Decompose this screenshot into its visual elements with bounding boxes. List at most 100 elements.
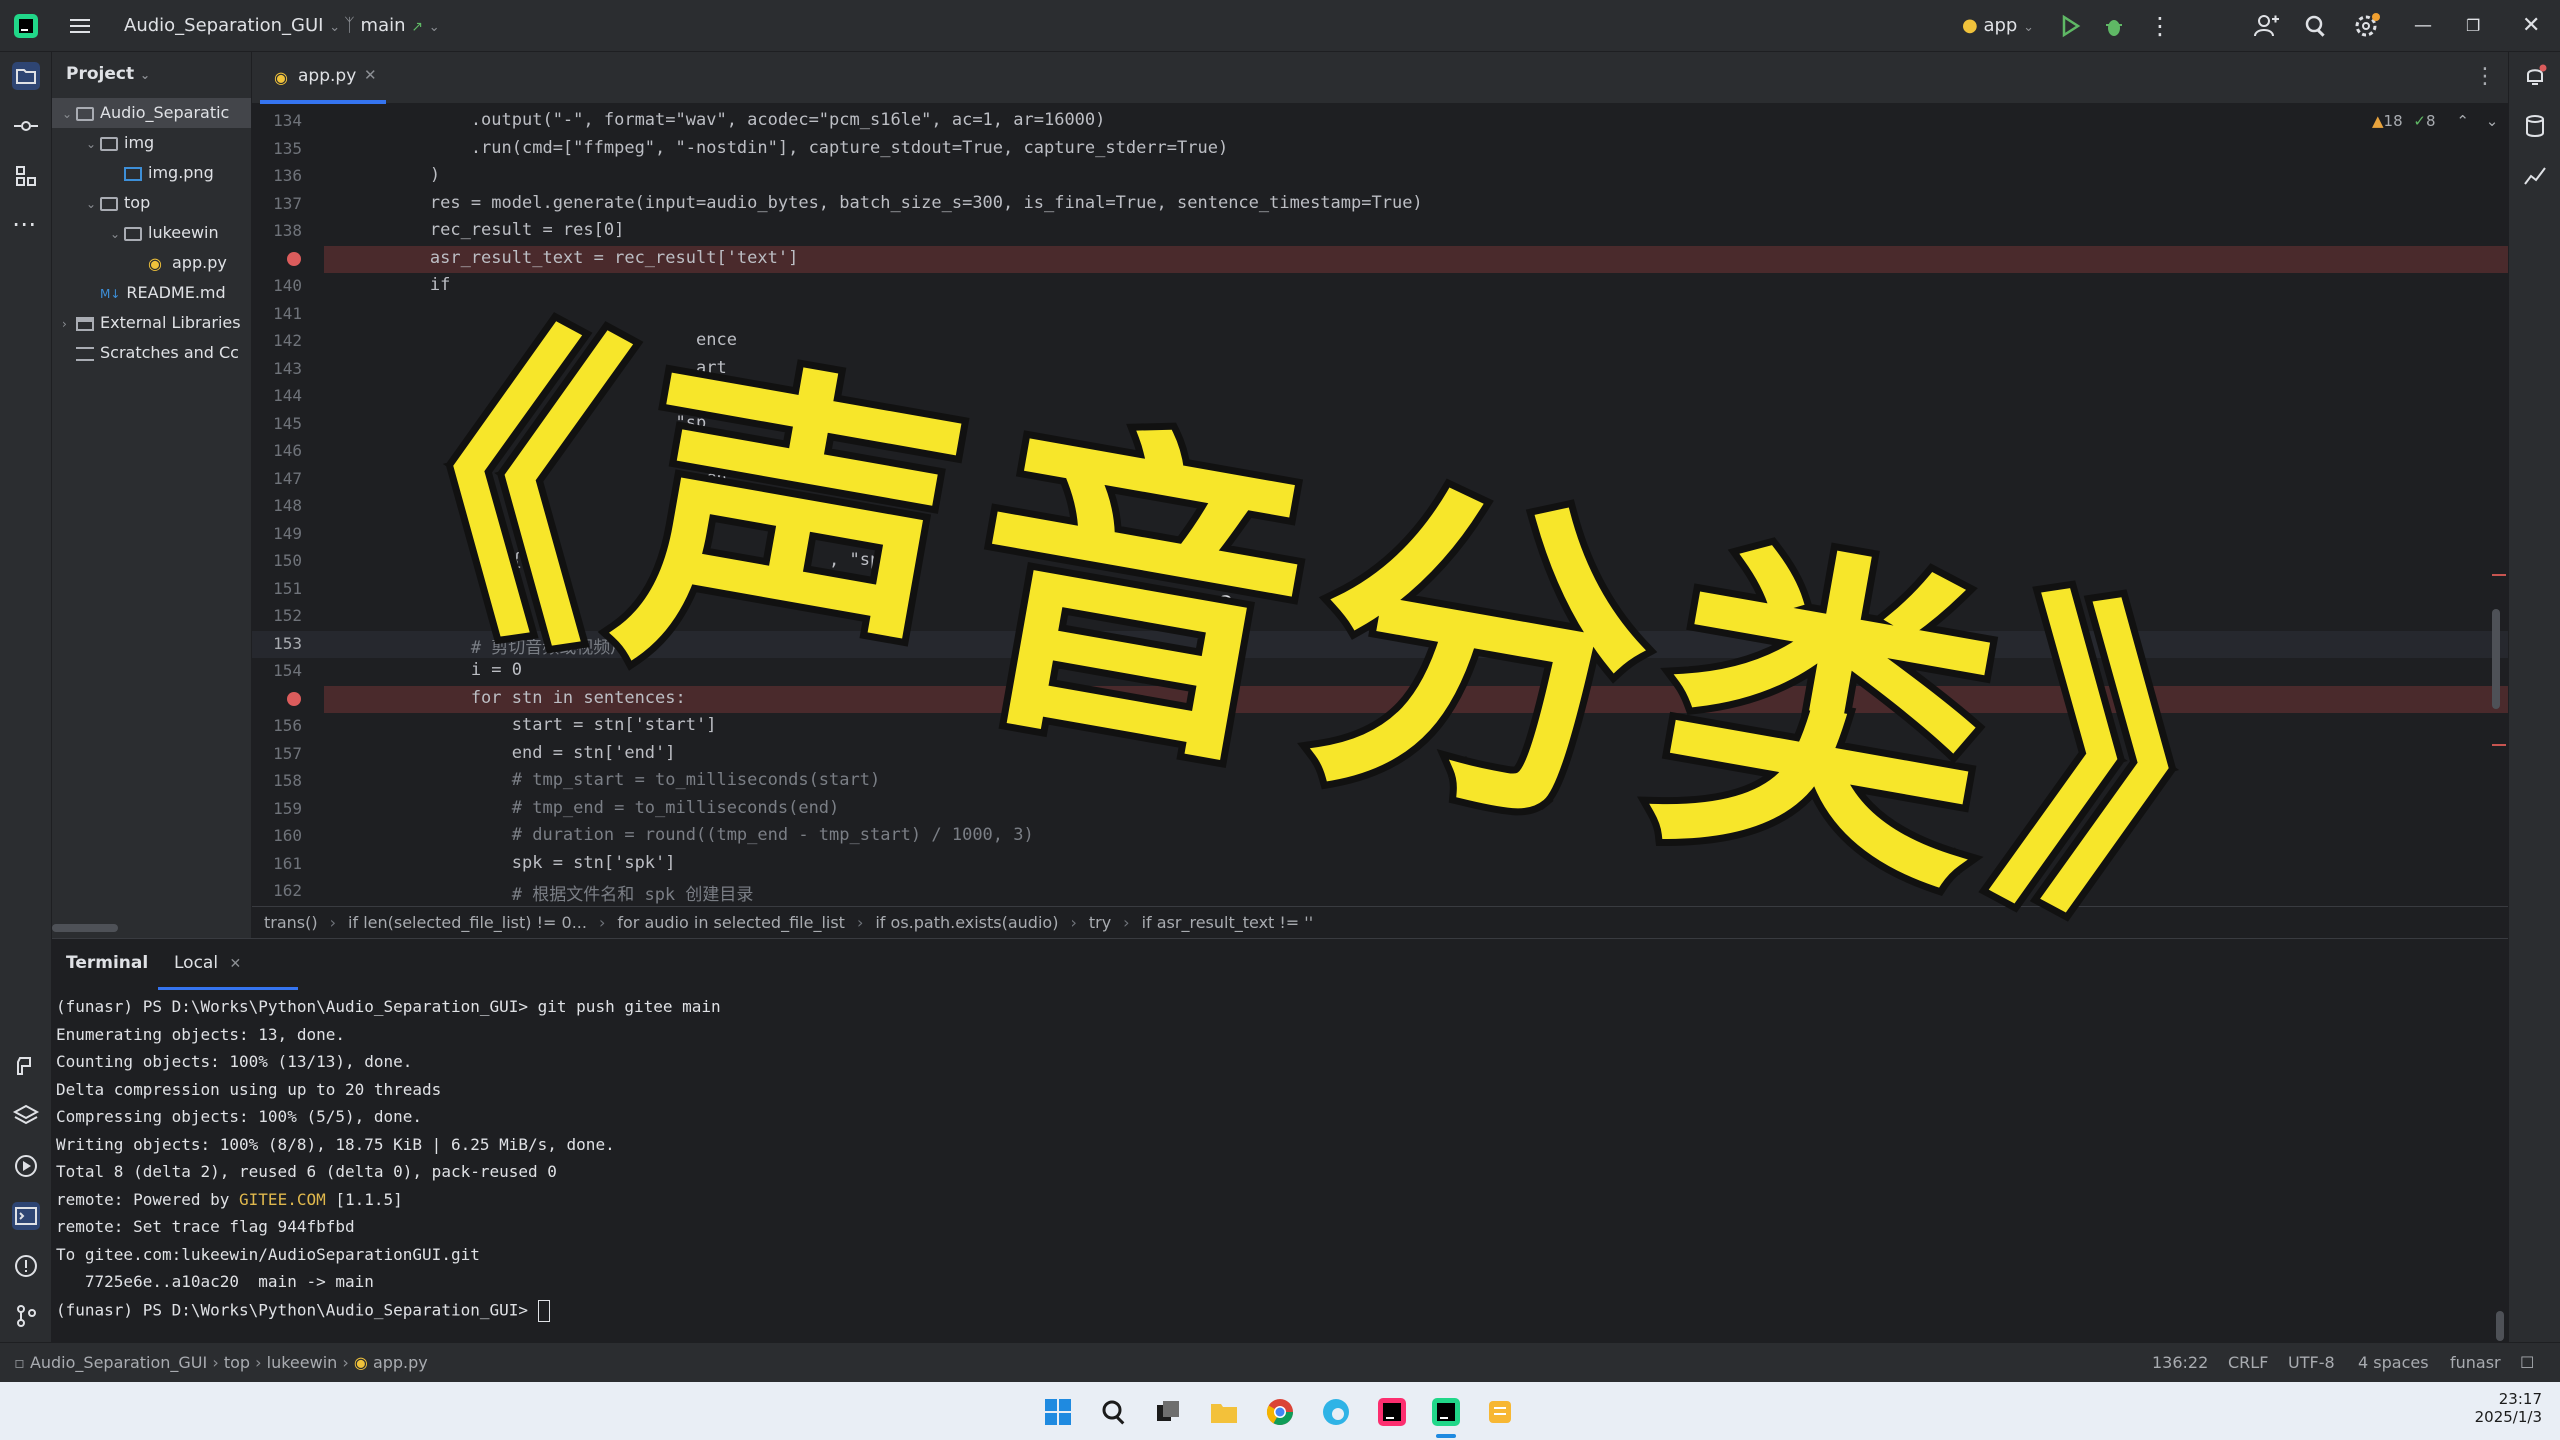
error-stripe-mark[interactable] (2492, 744, 2506, 746)
nav-file[interactable]: app.py (373, 1353, 428, 1372)
code-line[interactable]: ) (348, 165, 440, 185)
branch-switcher[interactable]: ᛉ main ↗ ⌄ (344, 0, 440, 52)
breadcrumb-item[interactable]: trans() (264, 913, 318, 932)
code-line[interactable]: i = 0 (348, 660, 522, 680)
settings-gear-icon[interactable] (2352, 12, 2380, 40)
code-line[interactable]: ) (348, 578, 522, 598)
close-tab-icon[interactable]: ✕ (229, 956, 241, 972)
code-line[interactable]: {"tex ce["t , "sp (348, 550, 880, 570)
breadcrumb-item[interactable]: for audio in selected_file_list (617, 913, 845, 932)
close-tab-icon[interactable]: ✕ (364, 66, 377, 84)
tree-item[interactable]: ⌄ lukeewin (110, 218, 219, 248)
breadcrumb-item[interactable]: if os.path.exists(audio) (875, 913, 1058, 932)
clock[interactable]: 23:17 2025/1/3 (2470, 1390, 2542, 1426)
problems-icon[interactable] (12, 1252, 40, 1280)
tab-options-icon[interactable]: ⋮ (2474, 64, 2496, 89)
nav-folder-lukeewin[interactable]: lukeewin (267, 1353, 338, 1372)
project-horizontal-scrollbar[interactable] (52, 924, 118, 932)
breakpoint-icon[interactable] (287, 691, 301, 706)
python-interpreter[interactable]: funasr (2450, 1343, 2501, 1383)
code-line[interactable]: end = stn['end'] (348, 743, 676, 763)
code-line[interactable]: # 根据文件名和 spk 创建目录 (348, 880, 754, 905)
project-switcher[interactable]: Audio_Separation_GUI ⌄ (124, 0, 340, 52)
navigation-bar[interactable]: ▫ Audio_Separation_GUI › top › lukeewin … (14, 1343, 428, 1383)
pycharm-icon[interactable] (1430, 1396, 1462, 1428)
code-line[interactable]: "sp (348, 413, 707, 433)
chevron-right-icon[interactable]: › (62, 309, 76, 339)
code-line[interactable]: = en (348, 468, 727, 488)
python-packages-icon[interactable] (12, 1052, 40, 1080)
breakpoint-icon[interactable] (287, 251, 301, 266)
error-stripe-mark[interactable] (2492, 574, 2506, 576)
notifications-icon[interactable] (2521, 62, 2549, 90)
tree-item[interactable]: ◉ app.py (134, 248, 227, 278)
restore-icon[interactable]: ❐ (2466, 0, 2480, 52)
commit-icon[interactable] (12, 112, 40, 140)
chevron-down-icon[interactable]: ⌄ (86, 129, 100, 159)
tab-local[interactable]: Local ✕ (174, 953, 241, 973)
project-panel-header[interactable]: Project ⌄ (66, 64, 150, 84)
breadcrumb-item[interactable]: try (1089, 913, 1111, 932)
prev-highlight-icon[interactable]: ⌃ (2456, 112, 2469, 130)
breadcrumb-item[interactable]: if len(selected_file_list) != 0... (348, 913, 587, 932)
services-icon[interactable] (12, 1152, 40, 1180)
tree-item[interactable]: ⌄ img (86, 128, 154, 158)
code-line[interactable]: # tmp_end = to_milliseconds(end) (348, 798, 840, 818)
indent-setting[interactable]: 4 spaces (2358, 1343, 2429, 1383)
pycharm-logo-icon[interactable] (12, 12, 40, 40)
tree-item[interactable]: ⌄ Audio_Separatic (52, 98, 251, 129)
code-line[interactable]: += (348, 440, 706, 460)
run-icon[interactable] (2056, 12, 2084, 40)
windows-start-icon[interactable] (1042, 1396, 1074, 1428)
chevron-down-icon[interactable]: ⌄ (86, 189, 100, 219)
code-line[interactable]: ence (348, 330, 737, 350)
code-line[interactable]: if (348, 275, 450, 295)
chevron-down-icon[interactable]: ⌄ (110, 219, 124, 249)
inspection-widget[interactable]: ▲18 ✓8 ⌃ ⌄ (2372, 112, 2498, 130)
search-icon[interactable] (2302, 12, 2330, 40)
line-separator[interactable]: CRLF (2228, 1343, 2268, 1383)
terminal-icon[interactable] (12, 1202, 40, 1230)
taskbar-search-icon[interactable] (1098, 1396, 1130, 1428)
code-line[interactable]: # duration = round((tmp_end - tmp_start)… (348, 825, 1034, 845)
nav-project[interactable]: Audio_Separation_GUI (30, 1353, 207, 1372)
code-line[interactable]: .run(cmd=["ffmpeg", "-nostdin"], capture… (348, 138, 1228, 158)
breadcrumb-item[interactable]: if asr_result_text != '' (1142, 913, 1314, 932)
code-line[interactable]: d"]) (348, 385, 737, 405)
terminal-scrollbar[interactable] (2496, 1311, 2504, 1341)
debug-icon[interactable] (2100, 12, 2128, 40)
code-line[interactable]: for stn in sentences: (348, 688, 686, 708)
code-line[interactable]: rec_result = res[0] (348, 220, 624, 240)
chevron-down-icon[interactable]: ⌄ (62, 99, 76, 129)
tree-item[interactable]: M↓ README.md (86, 278, 226, 308)
tree-item[interactable]: img.png (110, 158, 214, 188)
sciview-icon[interactable] (2521, 162, 2549, 190)
chrome-icon[interactable] (1264, 1396, 1296, 1428)
more-tools-icon[interactable]: ⋯ (12, 210, 40, 238)
close-window-icon[interactable]: ✕ (2522, 0, 2540, 52)
edge-browser-icon[interactable] (1320, 1396, 1352, 1428)
database-icon[interactable] (2521, 112, 2549, 140)
code-line[interactable]: res = model.generate(input=audio_bytes, … (348, 193, 1423, 213)
tab-app-py[interactable]: ◉ app.py ✕ (260, 52, 386, 104)
git-icon[interactable] (12, 1302, 40, 1330)
caret-position[interactable]: 136:22 (2152, 1343, 2208, 1383)
tree-item[interactable]: ⌄ top (86, 188, 150, 218)
run-config-selector[interactable]: ● app ⌄ (1962, 0, 2034, 52)
code-line[interactable]: asr_result_text = rec_result['text'] (348, 248, 798, 268)
code-editor[interactable]: 134 .output("-", format="wav", acodec="p… (252, 104, 2508, 906)
layers-icon[interactable] (12, 1102, 40, 1130)
intellij-icon[interactable] (1376, 1396, 1408, 1428)
file-encoding[interactable]: UTF-8 (2288, 1343, 2335, 1383)
project-folder-icon[interactable] (12, 62, 40, 90)
add-user-icon[interactable] (2252, 12, 2280, 40)
tree-item[interactable]: Scratches and Cc (62, 338, 239, 368)
notes-app-icon[interactable] (1484, 1396, 1516, 1428)
next-highlight-icon[interactable]: ⌄ (2486, 112, 2499, 130)
nav-folder-top[interactable]: top (224, 1353, 250, 1372)
file-explorer-icon[interactable] (1208, 1396, 1240, 1428)
code-line[interactable]: # tmp_start = to_milliseconds(start) (348, 770, 880, 790)
code-line[interactable]: start = stn['start'] (348, 715, 717, 735)
main-menu-icon[interactable] (66, 12, 94, 40)
more-actions-icon[interactable]: ⋮ (2148, 0, 2172, 52)
